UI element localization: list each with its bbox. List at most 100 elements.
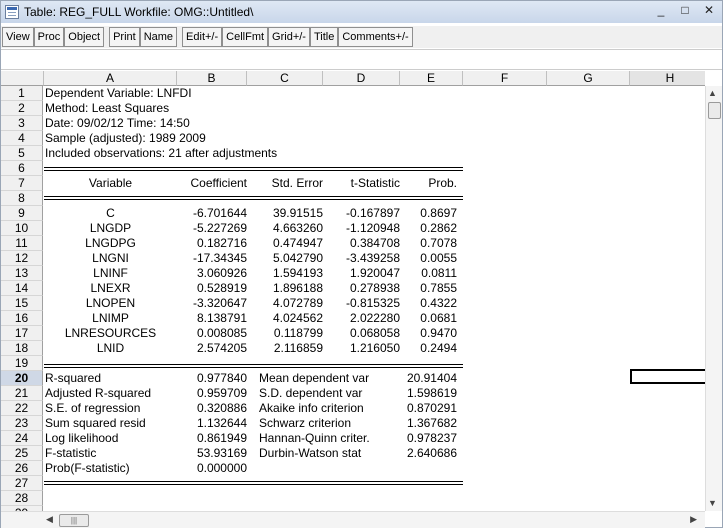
row-header-20[interactable]: 20 (1, 371, 43, 386)
column-header-d[interactable]: D (323, 71, 400, 86)
proc-button[interactable]: Proc (33, 27, 65, 47)
stat-value: 0.000000 (196, 461, 247, 475)
coef-column-label: t-Statistic (350, 176, 400, 190)
title-bar[interactable]: Table: REG_FULL Workfile: OMG::Untitled\… (1, 1, 722, 23)
row-header-27[interactable]: 27 (1, 476, 43, 491)
coef-value: 0.474947 (272, 236, 323, 250)
coef-value: 1.920047 (349, 266, 400, 280)
row-header-25[interactable]: 25 (1, 446, 43, 461)
corner-cell[interactable] (1, 71, 44, 86)
table-icon (5, 5, 19, 19)
column-header-b[interactable]: B (177, 71, 247, 86)
scroll-up-icon[interactable]: ▲ (708, 88, 717, 98)
name-button[interactable]: Name (139, 27, 178, 47)
row-header-1[interactable]: 1 (1, 86, 43, 101)
vertical-scrollbar[interactable]: ▲ ▼ (705, 86, 722, 511)
row-header-11[interactable]: 11 (1, 236, 43, 251)
selected-cell[interactable] (630, 369, 705, 384)
coef-value: 4.663260 (272, 221, 323, 235)
coef-column-label: Coefficient (190, 176, 247, 190)
coef-value: 5.042790 (272, 251, 323, 265)
coef-column-label: Variable (88, 176, 133, 190)
row-header-4[interactable]: 4 (1, 131, 43, 146)
row-header-15[interactable]: 15 (1, 296, 43, 311)
coef-value: 0.0681 (420, 311, 457, 325)
row-header-10[interactable]: 10 (1, 221, 43, 236)
row-header-3[interactable]: 3 (1, 116, 43, 131)
variable-name: C (106, 206, 115, 220)
row-header-16[interactable]: 16 (1, 311, 43, 326)
coef-value: 0.0811 (421, 266, 457, 280)
row-header-6[interactable]: 6 (1, 161, 43, 176)
row-header-26[interactable]: 26 (1, 461, 43, 476)
coef-value: 1.594193 (272, 266, 323, 280)
coef-column-label: Std. Error (271, 176, 323, 190)
coef-value: 39.91515 (272, 206, 323, 220)
scroll-thumb-horizontal[interactable]: ||| (59, 514, 89, 527)
spreadsheet-grid[interactable]: A B C D E F G H 1 2 3 4 5 6 7 8 9 10 11 12 13 14 15 16 17 18 19 20 2… (1, 71, 705, 511)
stat-value: 0.978237 (406, 431, 457, 445)
row-header-23[interactable]: 23 (1, 416, 43, 431)
horizontal-scrollbar[interactable]: ◀ ||| ▶ (1, 511, 705, 528)
coef-column-label: Prob. (428, 176, 457, 190)
column-header-g[interactable]: G (547, 71, 630, 86)
stat-label: Hannan-Quinn criter. (259, 431, 370, 445)
stat-label: Akaike info criterion (259, 401, 364, 415)
header-line: Date: 09/02/12 Time: 14:50 (45, 116, 190, 130)
scroll-left-icon[interactable]: ◀ (46, 514, 53, 525)
row-header-14[interactable]: 14 (1, 281, 43, 296)
table-rule (44, 367, 463, 368)
stat-label: Durbin-Watson stat (259, 446, 362, 460)
maximize-icon[interactable]: □ (678, 3, 692, 17)
row-header-19[interactable]: 19 (1, 356, 43, 371)
row-header-8[interactable]: 8 (1, 191, 43, 206)
row-header-18[interactable]: 18 (1, 341, 43, 356)
column-header-h[interactable]: H (630, 71, 705, 86)
row-header-22[interactable]: 22 (1, 401, 43, 416)
column-header-a[interactable]: A (44, 71, 177, 86)
title-button[interactable]: Title (309, 27, 339, 47)
object-button[interactable]: Object (64, 27, 105, 47)
row-header-13[interactable]: 13 (1, 266, 43, 281)
column-header-c[interactable]: C (247, 71, 323, 86)
header-line: Method: Least Squares (45, 101, 170, 115)
edit-button[interactable]: Edit+/- (182, 27, 223, 47)
row-header-24[interactable]: 24 (1, 431, 43, 446)
stat-label: S.E. of regression (45, 401, 141, 415)
variable-name: LNINF (93, 266, 128, 280)
view-button[interactable]: View (2, 27, 34, 47)
row-header-9[interactable]: 9 (1, 206, 43, 221)
coef-value: 2.022280 (349, 311, 400, 325)
window-controls: _ □ ✕ (654, 3, 716, 17)
comments-button[interactable]: Comments+/- (338, 27, 413, 47)
table-rule (44, 481, 463, 482)
coef-value: 1.216050 (349, 341, 400, 355)
table-rule (44, 364, 463, 365)
scroll-thumb[interactable] (708, 102, 721, 119)
stat-label: Log likelihood (45, 431, 119, 445)
column-header-e[interactable]: E (400, 71, 463, 86)
column-header-f[interactable]: F (463, 71, 547, 86)
cellfmt-button[interactable]: CellFmt (222, 27, 269, 47)
coef-value: -3.439258 (345, 251, 400, 265)
row-header-2[interactable]: 2 (1, 101, 43, 116)
row-header-17[interactable]: 17 (1, 326, 43, 341)
table-rule (44, 167, 463, 168)
row-header-5[interactable]: 5 (1, 146, 43, 161)
scroll-down-icon[interactable]: ▼ (708, 498, 717, 508)
scroll-right-icon[interactable]: ▶ (690, 514, 697, 525)
coef-value: 0.068058 (349, 326, 400, 340)
cell-edit-field[interactable] (1, 49, 722, 70)
grid-button[interactable]: Grid+/- (268, 27, 310, 47)
coef-value: 2.116859 (273, 341, 323, 355)
coef-value: 0.2494 (420, 341, 457, 355)
close-icon[interactable]: ✕ (702, 3, 716, 17)
row-header-28[interactable]: 28 (1, 491, 43, 506)
coef-value: 1.896188 (272, 281, 323, 295)
row-header-12[interactable]: 12 (1, 251, 43, 266)
table-rule (44, 196, 463, 197)
row-header-7[interactable]: 7 (1, 176, 43, 191)
print-button[interactable]: Print (109, 27, 140, 47)
row-header-21[interactable]: 21 (1, 386, 43, 401)
minimize-icon[interactable]: _ (654, 3, 668, 17)
